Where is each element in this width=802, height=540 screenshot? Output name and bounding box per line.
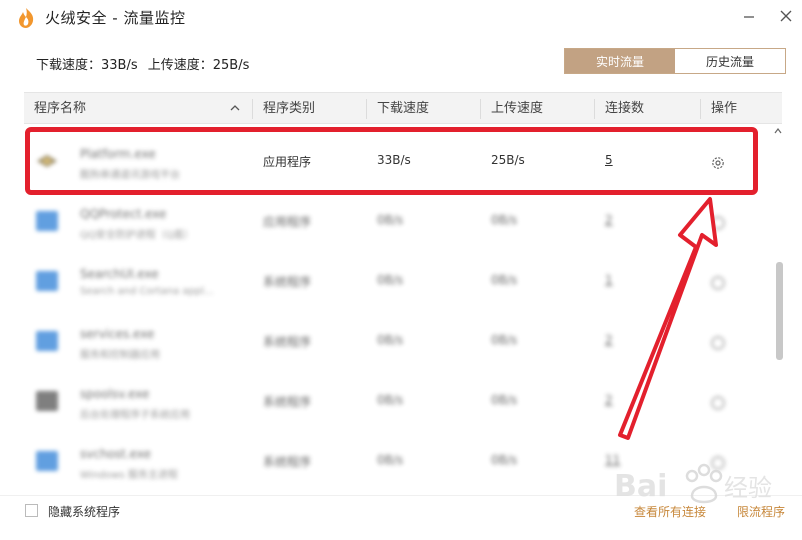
app-category: 系统程序 (263, 275, 312, 289)
header-program-category: 程序类别 (263, 101, 316, 116)
red-arrow-annotation-icon (618, 197, 718, 440)
header-connections: 连接数 (605, 101, 645, 116)
scroll-up-icon[interactable] (773, 126, 783, 139)
app-description: 后台处理程序子系统应用 (80, 410, 190, 421)
header-actions: 操作 (711, 101, 738, 116)
minimize-icon[interactable] (741, 8, 757, 24)
title-bar: 火绒安全 - 流量监控 (0, 0, 802, 36)
svg-text:经验: 经验 (724, 474, 772, 502)
app-category: 系统程序 (263, 455, 312, 469)
download-speed: 0B/s (377, 333, 404, 347)
hide-system-checkbox[interactable] (25, 504, 38, 517)
column-divider (480, 99, 481, 119)
app-category: 系统程序 (263, 335, 312, 349)
app-name: QQProtect.exe (80, 207, 167, 221)
app-name: services.exe (80, 327, 155, 341)
app-icon (36, 271, 58, 291)
app-name: SearchUI.exe (80, 267, 159, 281)
app-name: svchost.exe (80, 447, 151, 461)
app-icon (36, 211, 58, 231)
upload-speed: 0B/s (491, 213, 518, 227)
app-icon (36, 451, 58, 471)
sort-ascending-icon[interactable] (229, 102, 241, 114)
app-description: Windows 服务主进程 (80, 470, 178, 481)
app-description: Search and Cortana appl... (80, 286, 214, 297)
huorong-logo-icon (19, 8, 34, 28)
column-divider (594, 99, 595, 119)
upload-speed: 0B/s (491, 393, 518, 407)
scrollbar-thumb[interactable] (776, 262, 783, 360)
app-category: 应用程序 (263, 215, 312, 229)
header-program-name[interactable]: 程序名称 (26, 93, 86, 125)
highlight-annotation-box (25, 127, 758, 195)
column-divider (366, 99, 367, 119)
app-category: 系统程序 (263, 395, 312, 409)
column-divider (252, 99, 253, 119)
column-divider (700, 99, 701, 119)
download-speed-summary: 下载速度：33B/s (36, 58, 138, 73)
app-icon (36, 331, 58, 351)
table-header: 程序名称 程序类别 下载速度 上传速度 连接数 操作 (24, 92, 782, 124)
upload-speed: 0B/s (491, 453, 518, 467)
upload-speed-summary: 上传速度：25B/s (147, 58, 250, 73)
close-icon[interactable] (778, 8, 794, 24)
download-speed: 0B/s (377, 453, 404, 467)
download-speed: 0B/s (377, 393, 404, 407)
app-description: 服务和控制器应用 (80, 350, 160, 361)
printer-app-icon (36, 391, 58, 411)
tab-history-traffic[interactable]: 历史流量 (675, 49, 785, 73)
download-speed: 0B/s (377, 273, 404, 287)
upload-speed: 0B/s (491, 273, 518, 287)
download-speed: 0B/s (377, 213, 404, 227)
speed-summary: 下载速度：33B/s 上传速度：25B/s (36, 54, 255, 73)
window-title: 火绒安全 - 流量监控 (45, 9, 186, 27)
traffic-tabs: 实时流量 历史流量 (564, 48, 786, 74)
app-name: spoolsv.exe (80, 387, 150, 401)
header-upload-speed: 上传速度 (491, 101, 544, 116)
app-description: QQ安全防护进程（Q盾） (80, 230, 194, 241)
tab-realtime-traffic[interactable]: 实时流量 (565, 49, 675, 73)
svg-text:Bai: Bai (614, 469, 667, 504)
upload-speed: 0B/s (491, 333, 518, 347)
baidu-watermark-logo: Bai 经验 (614, 463, 772, 504)
hide-system-label: 隐藏系统程序 (48, 505, 121, 519)
header-download-speed: 下载速度 (377, 101, 430, 116)
